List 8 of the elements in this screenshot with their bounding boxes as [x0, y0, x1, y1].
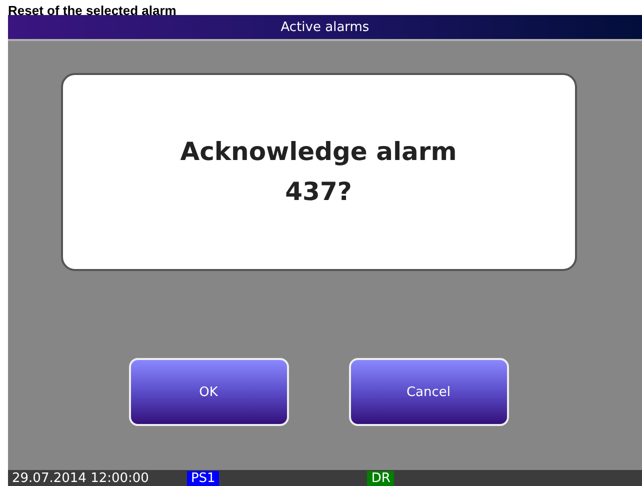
ok-button[interactable]: OK [128, 358, 288, 426]
cancel-button[interactable]: Cancel [348, 358, 508, 426]
status-badge: DR [367, 471, 394, 486]
status-badge: PS1 [186, 471, 220, 486]
page-heading: Reset of the selected alarm [8, 3, 176, 18]
dialog-message: Acknowledge alarm 437? [60, 73, 576, 271]
status-datetime: 29.07.2014 12:00:00 [12, 471, 149, 486]
window-title: Active alarms [8, 15, 642, 41]
